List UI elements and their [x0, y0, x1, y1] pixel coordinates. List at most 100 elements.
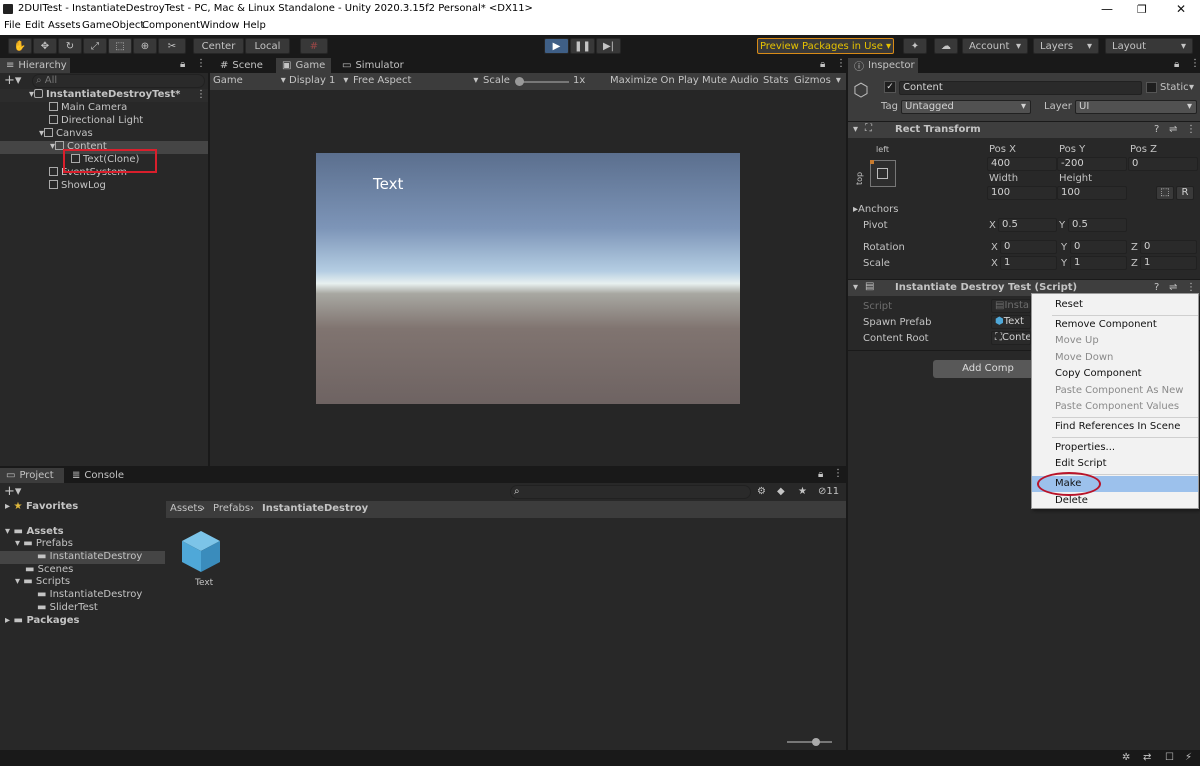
mute-audio-toggle[interactable]: Mute Audio [702, 75, 759, 86]
layer-dropdown[interactable]: UI ▾ [1075, 100, 1197, 114]
layers-dropdown[interactable]: Layers ▾ [1033, 38, 1099, 54]
folder-item[interactable]: ▬ SliderTest [37, 602, 98, 613]
step-button[interactable]: ▶| [596, 38, 621, 54]
custom-tool-icon[interactable]: ✂ [158, 38, 186, 54]
icon-size-slider[interactable] [787, 741, 832, 743]
blueprint-mode-icon[interactable]: ⬚ [1156, 186, 1174, 200]
stats-toggle[interactable]: Stats [763, 75, 789, 86]
lock-icon[interactable]: 🔒︎ [820, 59, 825, 70]
pivot-center-button[interactable]: Center [193, 38, 244, 54]
filter-label-icon[interactable]: ◆ [777, 486, 785, 497]
breadcrumb-assets[interactable]: Assets [170, 503, 203, 514]
menu-item-edit-script[interactable]: Edit Script [1032, 456, 1198, 472]
tab-inspector[interactable]: ⓘ Inspector [848, 58, 918, 73]
content-root-field[interactable]: ⛶Conte [991, 331, 1031, 345]
folder-item[interactable]: ▬ InstantiateDestroy [37, 589, 142, 600]
tab-scene[interactable]: # Scene [214, 58, 269, 73]
gizmos-dropdown[interactable]: Gizmos ▾ [794, 75, 841, 86]
rect-transform-header[interactable]: ▾ ⛶ Rect Transform ? ⇌ ⋮ [848, 121, 1200, 138]
raw-edit-button[interactable]: R [1176, 186, 1194, 200]
hierarchy-item[interactable]: Directional Light [49, 115, 143, 126]
pause-button[interactable]: ❚❚ [570, 38, 595, 54]
lighting-icon[interactable]: ⚡ [1185, 752, 1192, 763]
menu-file[interactable]: File [4, 20, 21, 31]
scale-slider[interactable] [517, 81, 569, 83]
scale-x-field[interactable]: 1 [1000, 256, 1057, 270]
icon-size-slider-thumb[interactable] [812, 738, 820, 746]
menu-item-find-references[interactable]: Find References In Scene [1032, 419, 1198, 435]
preset-icon[interactable]: ⇌ [1169, 282, 1177, 293]
anchor-preset-button[interactable] [870, 160, 896, 187]
play-button[interactable]: ▶ [544, 38, 569, 54]
spawn-prefab-field[interactable]: ⬢Text [991, 315, 1031, 329]
add-component-button[interactable]: Add Comp [933, 360, 1043, 378]
help-icon[interactable]: ? [1154, 282, 1159, 293]
minimize-button[interactable]: — [1101, 2, 1113, 16]
menu-item-delete[interactable]: Delete [1032, 493, 1198, 509]
menu-item-copy-component[interactable]: Copy Component [1032, 366, 1198, 382]
object-name-field[interactable]: Content [899, 81, 1142, 95]
scale-slider-thumb[interactable] [515, 77, 524, 86]
component-menu-icon[interactable]: ⋮ [1186, 124, 1196, 135]
close-button[interactable]: ✕ [1176, 2, 1186, 16]
cache-server-icon[interactable]: ☐ [1165, 752, 1174, 763]
width-field[interactable]: 100 [987, 186, 1057, 200]
menu-assets[interactable]: Assets [48, 20, 81, 31]
hierarchy-item[interactable]: ShowLog [49, 180, 106, 191]
height-field[interactable]: 100 [1057, 186, 1127, 200]
pivot-x-field[interactable]: 0.5 [998, 218, 1057, 232]
project-search-input[interactable]: ⌕ [510, 485, 751, 499]
scene-root[interactable]: ▾ InstantiateDestroyTest* [29, 89, 180, 100]
kebab-menu-icon[interactable]: ⋮ [1190, 58, 1200, 69]
rotation-x-field[interactable]: 0 [1000, 240, 1057, 254]
kebab-menu-icon[interactable]: ⋮ [196, 58, 206, 69]
debug-icon[interactable]: ✲ [1122, 752, 1130, 763]
lock-icon[interactable]: 🔒︎ [818, 469, 823, 480]
component-menu-icon[interactable]: ⋮ [1186, 282, 1196, 293]
lock-icon[interactable]: 🔒︎ [180, 59, 185, 70]
hierarchy-item[interactable]: ▾ Canvas [39, 128, 93, 139]
game-render-view[interactable]: Text [316, 153, 740, 404]
rect-tool-icon[interactable]: ⬚ [108, 38, 132, 54]
folder-item-selected[interactable]: ▬ InstantiateDestroy [37, 551, 142, 562]
filter-type-icon[interactable]: ⚙ [757, 486, 766, 497]
menu-window[interactable]: Window [200, 20, 239, 31]
assets-foldout[interactable]: ▾ ▬ Assets [5, 526, 64, 537]
preset-icon[interactable]: ⇌ [1169, 124, 1177, 135]
scene-menu-icon[interactable]: ⋮ [196, 89, 206, 100]
pivot-local-button[interactable]: Local [245, 38, 290, 54]
lock-icon[interactable]: 🔒︎ [1174, 59, 1179, 70]
pos-y-field[interactable]: -200 [1057, 157, 1127, 171]
scale-y-field[interactable]: 1 [1070, 256, 1127, 270]
anchors-foldout[interactable]: ▸Anchors [853, 204, 899, 215]
menu-component[interactable]: Component [142, 20, 200, 31]
folder-item[interactable]: ▾ ▬ Prefabs [15, 538, 73, 549]
tab-console[interactable]: ≣ Console [66, 468, 130, 483]
hand-tool-icon[interactable]: ✋ [8, 38, 32, 54]
tab-simulator[interactable]: ▭ Simulator [336, 58, 410, 73]
pos-z-field[interactable]: 0 [1128, 157, 1198, 171]
create-plus-icon[interactable]: +▾ [4, 74, 21, 87]
account-dropdown[interactable]: Account ▾ [962, 38, 1028, 54]
display-dropdown[interactable]: Display 1 ▾ [289, 75, 348, 86]
rotation-y-field[interactable]: 0 [1070, 240, 1127, 254]
cloud-icon[interactable]: ☁ [934, 38, 958, 54]
scale-z-field[interactable]: 1 [1140, 256, 1197, 270]
favorite-star-icon[interactable]: ★ [798, 486, 807, 497]
active-checkbox[interactable]: ✓ [884, 81, 896, 93]
tab-hierarchy[interactable]: ≡ Hierarchy [0, 58, 70, 73]
tab-game[interactable]: ▣ Game [276, 58, 332, 73]
breadcrumb-prefabs[interactable]: Prefabs [213, 503, 250, 514]
menu-edit[interactable]: Edit [25, 20, 44, 31]
menu-gameobject[interactable]: GameObject [82, 20, 144, 31]
layout-dropdown[interactable]: Layout ▾ [1105, 38, 1193, 54]
maximize-on-play-toggle[interactable]: Maximize On Play [610, 75, 699, 86]
chevron-down-icon[interactable]: ▾ [1189, 82, 1194, 93]
menu-item-properties[interactable]: Properties... [1032, 440, 1198, 456]
aspect-dropdown[interactable]: Free Aspect ▾ [353, 75, 478, 86]
game-mode-dropdown[interactable]: Game ▾ [213, 75, 286, 86]
collab-icon[interactable]: ✦ [903, 38, 927, 54]
transform-tool-icon[interactable]: ⊕ [133, 38, 157, 54]
menu-help[interactable]: Help [243, 20, 266, 31]
rotation-z-field[interactable]: 0 [1140, 240, 1197, 254]
